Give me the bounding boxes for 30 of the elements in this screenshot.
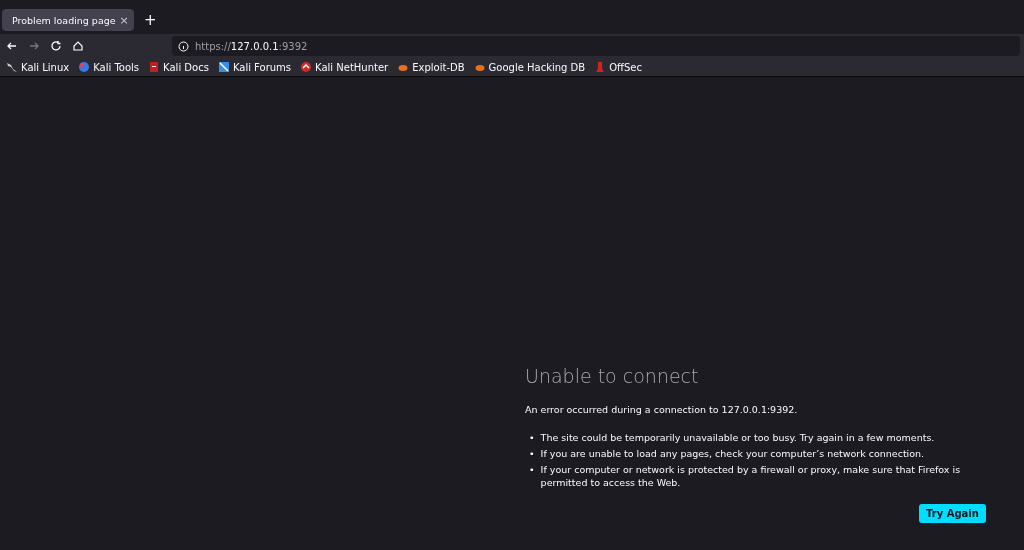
- bookmark[interactable]: Kali Docs: [148, 61, 209, 73]
- error-description: An error occurred during a connection to 127.0.0.1:9392.: [525, 404, 799, 415]
- bookmark[interactable]: OffSec: [594, 61, 642, 73]
- document-icon: [148, 61, 161, 73]
- suggestion-text: If your computer or network is protected by a firewall or proxy, make sure that Firefox is permitted to access the Web.: [540, 463, 962, 489]
- try-again-button[interactable]: Try Again: [919, 504, 986, 523]
- forum-icon: [217, 61, 230, 73]
- info-icon: [178, 40, 189, 52]
- forward-arrow-icon: [28, 40, 40, 52]
- address-bar[interactable]: https://127.0.0.1:9392: [172, 36, 1020, 56]
- new-tab-button[interactable]: +: [140, 11, 161, 29]
- bookmark[interactable]: Kali Forums: [217, 61, 292, 73]
- reload-button[interactable]: [48, 38, 64, 54]
- bookmark[interactable]: Kali Linux: [6, 61, 70, 73]
- bullet: •: [529, 431, 535, 444]
- suggestion-text: The site could be temporarily unavailable or too busy. Try again in a few moments.: [540, 431, 936, 444]
- bookmark[interactable]: Kali NetHunter: [300, 61, 389, 73]
- url-text: https://127.0.0.1:9392: [195, 40, 308, 52]
- suggestion-text: If you are unable to load any pages, check your computer’s network connection.: [540, 447, 926, 460]
- bookmark[interactable]: Kali Tools: [78, 61, 140, 73]
- close-tab-button[interactable]: ×: [119, 13, 129, 27]
- tab-title: Problem loading page: [12, 14, 116, 26]
- browser-tab[interactable]: Problem loading page ×: [2, 9, 134, 31]
- bullet: •: [529, 463, 535, 476]
- offsec-icon: [594, 61, 607, 73]
- bookmark[interactable]: Google Hacking DB: [473, 61, 586, 73]
- error-title: Unable to connect: [525, 365, 700, 387]
- bookmark[interactable]: Exploit-DB: [397, 61, 465, 73]
- bullet: •: [529, 447, 535, 460]
- back-arrow-icon: [6, 40, 18, 52]
